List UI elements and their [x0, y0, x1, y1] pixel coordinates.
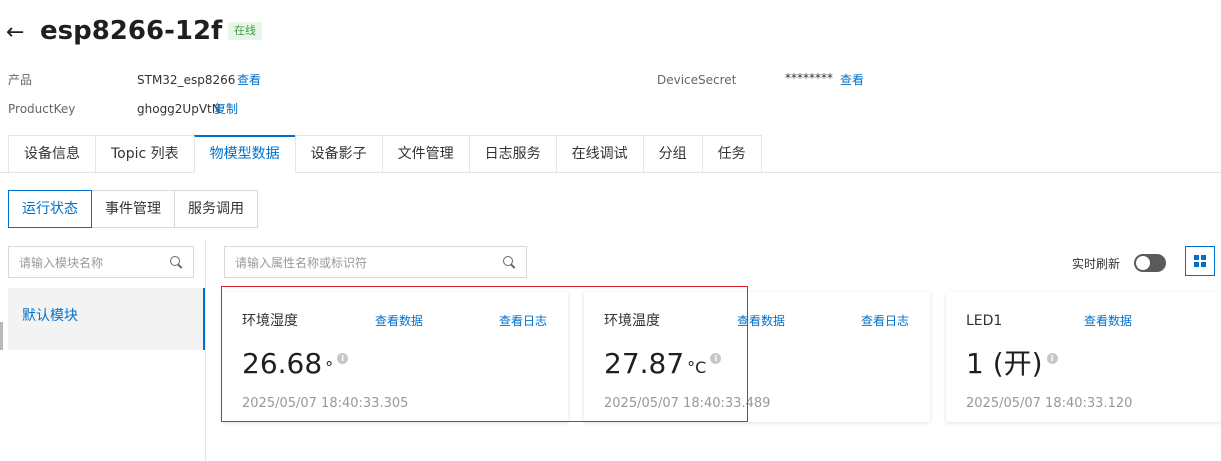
realtime-refresh-toggle[interactable]	[1134, 254, 1166, 272]
property-search-placeholder: 请输入属性名称或标识符	[235, 255, 368, 270]
sub-tabs: 运行状态 事件管理 服务调用	[8, 190, 258, 228]
value-number: 26.68	[242, 347, 323, 380]
view-log-link[interactable]: 查看日志	[499, 312, 547, 330]
status-badge: 在线	[228, 22, 262, 40]
module-search-input[interactable]: 请输入模块名称	[8, 246, 194, 278]
page-title: esp8266-12f	[40, 16, 223, 46]
card-timestamp: 2025/05/07 18:40:33.120	[966, 396, 1133, 411]
realtime-refresh-label: 实时刷新	[1072, 257, 1121, 271]
view-data-link[interactable]: 查看数据	[737, 312, 785, 330]
productkey-copy-link[interactable]: 复制	[214, 101, 238, 117]
info-icon[interactable]: i	[710, 353, 722, 364]
view-data-link[interactable]: 查看数据	[375, 312, 423, 330]
productkey-value: ghogg2UpVtN	[137, 102, 221, 116]
value-unit: °	[325, 358, 334, 377]
module-search-placeholder: 请输入模块名称	[19, 255, 104, 270]
card-title: 环境湿度	[242, 313, 298, 329]
property-card-humidity: 环境湿度 查看数据 查看日志 26.68 ° i 2025/05/07 18:4…	[222, 292, 568, 422]
tab-task[interactable]: 任务	[701, 135, 762, 173]
tab-online-debug[interactable]: 在线调试	[555, 135, 643, 173]
tab-device-shadow[interactable]: 设备影子	[294, 135, 382, 173]
subtab-run-status[interactable]: 运行状态	[8, 190, 92, 228]
devicesecret-value: ********	[785, 71, 833, 85]
card-value: 26.68 ° i	[242, 346, 349, 386]
tab-file-management[interactable]: 文件管理	[381, 135, 469, 173]
tab-log-service[interactable]: 日志服务	[468, 135, 556, 173]
module-item-default[interactable]: 默认模块	[8, 288, 205, 350]
tab-device-info[interactable]: 设备信息	[8, 135, 95, 173]
tab-group[interactable]: 分组	[642, 135, 702, 173]
search-icon[interactable]	[502, 255, 516, 269]
info-icon[interactable]: i	[337, 353, 349, 364]
property-card-led1: LED1 查看数据 1 (开) i 2025/05/07 18:40:33.12…	[946, 292, 1221, 422]
devicesecret-label: DeviceSecret	[657, 73, 737, 87]
product-label: 产品	[8, 73, 33, 87]
back-arrow-icon[interactable]: ←	[6, 20, 24, 46]
card-value: 27.87 °C i	[604, 346, 722, 386]
tab-topic-list[interactable]: Topic 列表	[95, 135, 194, 173]
subtab-service-call[interactable]: 服务调用	[174, 190, 258, 228]
property-search-input[interactable]: 请输入属性名称或标识符	[224, 246, 527, 278]
left-edge-marker	[0, 322, 3, 350]
productkey-label: ProductKey	[8, 102, 76, 116]
card-title: LED1	[966, 313, 1003, 329]
grid-view-button[interactable]	[1185, 246, 1215, 276]
info-icon[interactable]: i	[1046, 353, 1058, 364]
card-timestamp: 2025/05/07 18:40:33.489	[604, 396, 771, 411]
grid-icon	[1194, 255, 1206, 267]
sidebar-divider	[205, 240, 206, 461]
value-number: 27.87	[604, 347, 685, 380]
view-log-link[interactable]: 查看日志	[861, 312, 909, 330]
value-unit: °C	[687, 358, 707, 377]
tab-thing-model-data[interactable]: 物模型数据	[193, 135, 295, 173]
product-value: STM32_esp8266	[137, 73, 236, 87]
product-view-link[interactable]: 查看	[237, 72, 261, 88]
view-data-link[interactable]: 查看数据	[1084, 312, 1132, 330]
property-card-temperature: 环境温度 查看数据 查看日志 27.87 °C i 2025/05/07 18:…	[584, 292, 930, 422]
card-title: 环境温度	[604, 313, 660, 329]
value-number: 1 (开)	[966, 347, 1043, 380]
search-icon[interactable]	[169, 255, 183, 269]
card-timestamp: 2025/05/07 18:40:33.305	[242, 396, 409, 411]
main-tabs: 设备信息 Topic 列表 物模型数据 设备影子 文件管理 日志服务 在线调试 …	[8, 135, 762, 173]
devicesecret-view-link[interactable]: 查看	[840, 72, 864, 88]
card-value: 1 (开) i	[966, 346, 1058, 382]
subtab-event-management[interactable]: 事件管理	[92, 190, 174, 228]
